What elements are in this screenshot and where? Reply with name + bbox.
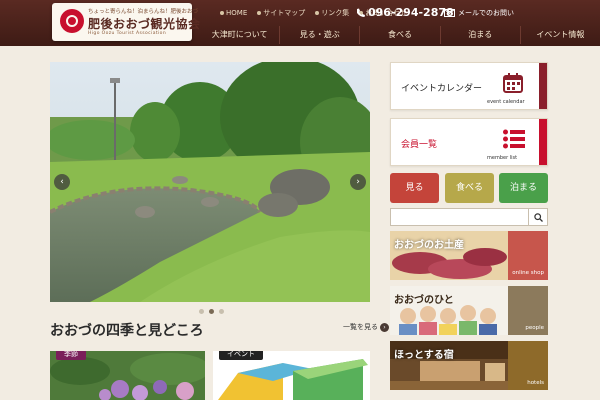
mail-icon <box>444 9 455 17</box>
card-tag: イベント <box>219 351 263 360</box>
next-slide-button[interactable]: › <box>350 174 366 190</box>
site-name-roman: Higo Oozu Tourist Association <box>88 31 167 36</box>
category-eat-button[interactable]: 食べる <box>445 173 494 203</box>
section-title: おおづの四季と見どころ <box>50 323 204 339</box>
souvenir-title: おおづのお土産 <box>394 240 464 251</box>
people-sub: people <box>525 325 544 331</box>
nav-item-eat[interactable]: 食べる <box>359 26 439 44</box>
hotels-sub: hotels <box>527 380 544 386</box>
prev-slide-button[interactable]: ‹ <box>54 174 70 190</box>
phone-number[interactable]: 096-294-2878 <box>356 6 454 19</box>
category-see-button[interactable]: 見る <box>390 173 439 203</box>
hero-slider[interactable]: ‹ › <box>50 62 370 302</box>
bullet-icon <box>315 11 320 15</box>
nav-item-see-play[interactable]: 見る・遊ぶ <box>279 26 359 44</box>
hotels-banner[interactable]: ほっとする宿 hotels <box>390 341 548 390</box>
park-pond-photo <box>50 62 370 302</box>
slide-dot-active[interactable] <box>209 309 214 314</box>
member-list-label: 会員一覧 <box>401 140 438 150</box>
search-button[interactable] <box>529 208 548 226</box>
slide-dot[interactable] <box>199 309 204 314</box>
site-logo[interactable]: ちょっと寄らんね！泊まらんね！肥後おおづ 肥後おおづ観光協会 Higo Oozu… <box>52 3 200 41</box>
souvenir-sub: online shop <box>512 270 544 276</box>
logo-tagline: ちょっと寄らんね！泊まらんね！肥後おおづ <box>88 9 199 15</box>
slider-pagination <box>199 309 224 314</box>
list-icon <box>503 129 525 149</box>
chevron-left-icon: ‹ <box>60 177 64 187</box>
main-nav: 大津町について 見る・遊ぶ 食べる 泊まる イベント情報 <box>200 26 600 44</box>
view-all-link[interactable]: 一覧を見る › <box>343 322 389 332</box>
member-list-sub: member list <box>487 155 518 161</box>
utility-link-links[interactable]: リンク集 <box>315 8 349 18</box>
people-banner[interactable]: おおづのひと people <box>390 286 548 335</box>
slide-dot[interactable] <box>219 309 224 314</box>
arrow-right-icon: › <box>380 322 389 332</box>
search-icon <box>533 212 543 222</box>
phone-icon <box>357 8 365 17</box>
utility-link-label: リンク集 <box>321 9 350 17</box>
event-calendar-sub: event calendar <box>487 99 525 105</box>
view-all-label: 一覧を見る <box>343 323 378 331</box>
utility-link-sitemap[interactable]: サイトマップ <box>257 8 305 18</box>
search-input[interactable] <box>390 208 529 226</box>
phone-text: 096-294-2878 <box>368 6 454 19</box>
member-list-panel[interactable]: 会員一覧 member list <box>390 118 548 166</box>
utility-link-label: サイトマップ <box>263 9 306 17</box>
flower-emblem-icon <box>60 9 84 33</box>
panel-accent <box>539 63 547 109</box>
utility-link-label: HOME <box>226 9 248 17</box>
event-calendar-label: イベントカレンダー <box>401 84 483 94</box>
bullet-icon <box>220 11 224 15</box>
nav-item-events[interactable]: イベント情報 <box>519 26 600 44</box>
category-stay-button[interactable]: 泊まる <box>499 173 548 203</box>
site-search <box>390 208 548 226</box>
calendar-icon <box>503 73 523 93</box>
chevron-right-icon: › <box>356 177 360 187</box>
event-calendar-panel[interactable]: イベントカレンダー event calendar <box>390 62 548 110</box>
site-name: 肥後おおづ観光協会 <box>88 17 201 31</box>
mail-label: メールでのお問い <box>458 9 514 17</box>
utility-link-home[interactable]: HOME <box>220 9 247 17</box>
mail-link[interactable]: メールでのお問い <box>444 8 514 18</box>
hotels-title: ほっとする宿 <box>394 350 454 361</box>
nav-item-stay[interactable]: 泊まる <box>439 26 520 44</box>
people-title: おおづのひと <box>394 295 454 306</box>
topic-card-hydrangea[interactable]: 季節 <box>50 351 205 400</box>
topic-card-event[interactable]: イベント <box>213 351 370 400</box>
nav-item-about[interactable]: 大津町について <box>200 26 279 44</box>
card-tag: 季節 <box>56 351 86 360</box>
panel-accent <box>539 119 547 165</box>
souvenir-banner[interactable]: おおづのお土産 online shop <box>390 231 548 280</box>
bullet-icon <box>257 11 262 15</box>
